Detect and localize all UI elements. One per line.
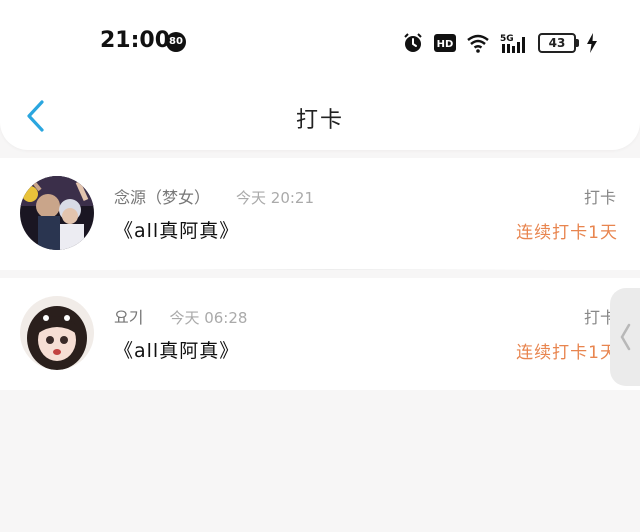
signal-5g-icon: 5G bbox=[500, 32, 528, 54]
user-line: 요기 今天 06:28 bbox=[114, 304, 247, 328]
top-bar: 21:00 80 HD 5G 43 打卡 bbox=[0, 0, 640, 150]
streak-text: 连续打卡1天 bbox=[516, 343, 618, 363]
divider bbox=[110, 269, 550, 270]
page-title: 打卡 bbox=[295, 108, 344, 133]
wifi-icon bbox=[466, 33, 490, 53]
streak-text: 连续打卡1天 bbox=[516, 223, 618, 243]
hd-icon: HD bbox=[434, 34, 456, 52]
avatar[interactable] bbox=[20, 296, 94, 370]
user-line: 念源（梦女） 今天 20:21 bbox=[114, 184, 314, 208]
user-name: 요기 bbox=[114, 308, 144, 327]
alarm-icon bbox=[402, 32, 424, 54]
status-time: 21:00 bbox=[100, 28, 171, 53]
checkin-label: 打卡 bbox=[583, 188, 616, 207]
avatar[interactable] bbox=[20, 176, 94, 250]
book-title[interactable]: 《all真阿真》 bbox=[114, 216, 239, 243]
checkin-time: 今天 06:28 bbox=[169, 309, 248, 327]
notification-badge: 80 bbox=[166, 32, 186, 52]
user-name: 念源（梦女） bbox=[114, 188, 211, 207]
charging-icon bbox=[586, 33, 598, 53]
chevron-left-icon bbox=[620, 323, 631, 351]
checkin-list: 念源（梦女） 今天 20:21 《all真阿真》 打卡 连续打卡1天 요기 今天 0… bbox=[0, 158, 640, 390]
side-drawer-handle[interactable] bbox=[610, 288, 640, 386]
list-item[interactable]: 요기 今天 06:28 《all真阿真》 打卡 连续打卡1天 bbox=[0, 278, 640, 390]
book-title[interactable]: 《all真阿真》 bbox=[114, 336, 239, 363]
svg-text:HD: HD bbox=[437, 39, 454, 50]
list-item[interactable]: 念源（梦女） 今天 20:21 《all真阿真》 打卡 连续打卡1天 bbox=[0, 158, 640, 270]
checkin-time: 今天 20:21 bbox=[236, 189, 315, 207]
svg-text:5G: 5G bbox=[500, 34, 514, 44]
battery-icon: 43 bbox=[538, 33, 579, 53]
status-icons: HD 5G 43 bbox=[402, 30, 598, 56]
